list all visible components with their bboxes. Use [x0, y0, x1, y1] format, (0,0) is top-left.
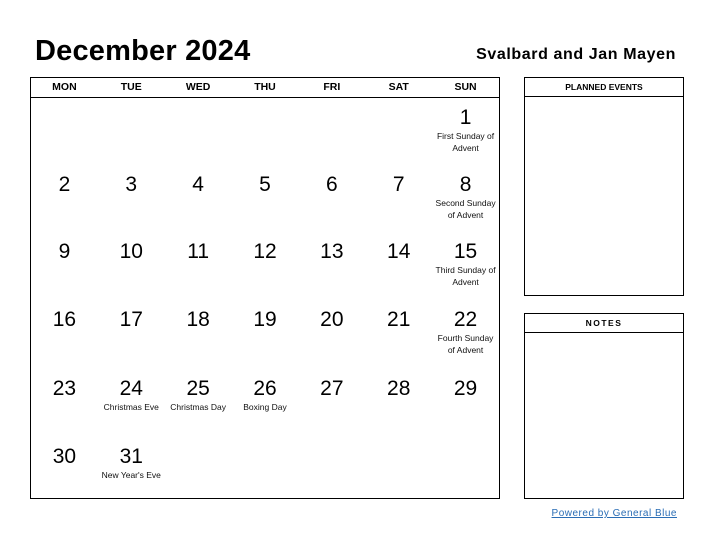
day-number: 16	[52, 308, 77, 331]
day-number: 18	[186, 308, 210, 331]
empty-cell	[298, 437, 365, 499]
day-number: 28	[387, 377, 411, 400]
day-number: 26	[253, 377, 277, 400]
day-cell: 27	[298, 369, 365, 437]
holiday-label: First Sunday of Advent	[436, 131, 495, 153]
day-cell: 19	[232, 300, 299, 369]
calendar-body: 1 First Sunday of Advent 2 3 4 5 6 7 8 Second Sun…	[31, 98, 499, 499]
day-number: 10	[119, 240, 143, 263]
weekday-tue: TUE	[120, 81, 142, 93]
day-number: 1	[459, 106, 472, 129]
empty-cell	[298, 98, 365, 165]
calendar-title: December 2024	[35, 35, 251, 67]
holiday-label: Second Sunday of Advent	[435, 198, 496, 220]
day-number: 30	[52, 445, 77, 468]
day-number: 27	[320, 377, 344, 400]
notes-heading: NOTES	[525, 314, 683, 333]
day-cell: 24 Christmas Eve	[98, 369, 165, 437]
empty-cell	[98, 98, 165, 165]
day-cell: 2	[31, 165, 98, 232]
holiday-label: Christmas Day	[170, 402, 226, 412]
day-number: 5	[259, 173, 271, 196]
day-number: 7	[392, 173, 405, 196]
weekday-fri: FRI	[323, 81, 341, 93]
day-number: 13	[320, 240, 344, 263]
day-cell: 21	[365, 300, 432, 369]
powered-by-link[interactable]: Powered by General Blue	[552, 508, 677, 519]
day-cell: 4	[165, 165, 232, 232]
calendar-grid: MON TUE WED THU FRI SAT SUN 1 First Sunda…	[30, 77, 500, 499]
weekday-mon: MON	[52, 81, 77, 93]
day-number: 21	[387, 308, 411, 331]
day-number: 14	[387, 240, 411, 263]
day-number: 6	[326, 173, 338, 196]
day-cell: 16	[31, 300, 98, 369]
day-cell: 30	[31, 437, 98, 499]
day-cell: 18	[165, 300, 232, 369]
weekday-thu: THU	[254, 81, 276, 93]
holiday-label: Third Sunday of Advent	[435, 265, 496, 287]
day-number: 15	[453, 240, 478, 263]
empty-cell	[165, 437, 232, 499]
day-cell: 6	[298, 165, 365, 232]
day-number: 19	[253, 308, 277, 331]
day-cell: 3	[98, 165, 165, 232]
day-number: 9	[58, 240, 71, 263]
day-cell: 31 New Year's Eve	[98, 437, 165, 499]
empty-cell	[165, 98, 232, 165]
empty-cell	[232, 437, 299, 499]
notes-box: NOTES	[524, 313, 684, 499]
day-number: 2	[58, 173, 71, 196]
day-number: 23	[52, 377, 77, 400]
planned-events-box: PLANNED EVENTS	[524, 77, 684, 296]
country-name: Svalbard and Jan Mayen	[476, 46, 676, 63]
day-cell: 23	[31, 369, 98, 437]
day-number: 11	[187, 240, 210, 263]
day-number: 8	[459, 173, 472, 196]
day-cell: 13	[298, 232, 365, 300]
holiday-label: Boxing Day	[243, 402, 287, 412]
holiday-label: New Year's Eve	[101, 470, 161, 480]
day-cell: 14	[365, 232, 432, 300]
day-number: 22	[453, 308, 478, 331]
day-cell: 7	[365, 165, 432, 232]
day-number: 20	[320, 308, 344, 331]
day-number: 4	[192, 173, 204, 196]
day-number: 3	[125, 173, 138, 196]
day-cell: 9	[31, 232, 98, 300]
day-cell: 28	[365, 369, 432, 437]
weekday-sun: SUN	[454, 81, 477, 93]
empty-cell	[365, 437, 432, 499]
day-cell: 8 Second Sunday of Advent	[432, 165, 499, 232]
day-number: 31	[119, 445, 143, 468]
holiday-label: Fourth Sunday of Advent	[437, 333, 494, 355]
empty-cell	[232, 98, 299, 165]
empty-cell	[31, 98, 98, 165]
empty-cell	[365, 98, 432, 165]
weekday-wed: WED	[185, 81, 211, 93]
day-number: 17	[119, 308, 143, 331]
day-number: 29	[453, 377, 478, 400]
day-number: 24	[119, 377, 143, 400]
day-cell: 29	[432, 369, 499, 437]
day-cell: 10	[98, 232, 165, 300]
day-cell: 11	[165, 232, 232, 300]
day-number: 12	[253, 240, 277, 263]
holiday-label: Christmas Eve	[103, 402, 159, 412]
weekday-header: MON TUE WED THU FRI SAT SUN	[31, 78, 499, 98]
planned-events-heading: PLANNED EVENTS	[525, 78, 683, 97]
day-cell: 22 Fourth Sunday of Advent	[432, 300, 499, 369]
day-cell: 20	[298, 300, 365, 369]
day-cell: 5	[232, 165, 299, 232]
day-cell: 25 Christmas Day	[165, 369, 232, 437]
day-cell: 1 First Sunday of Advent	[432, 98, 499, 165]
empty-cell	[432, 437, 499, 499]
day-cell: 12	[232, 232, 299, 300]
day-cell: 26 Boxing Day	[232, 369, 299, 437]
weekday-sat: SAT	[388, 81, 409, 93]
day-cell: 15 Third Sunday of Advent	[432, 232, 499, 300]
day-number: 25	[186, 377, 210, 400]
day-cell: 17	[98, 300, 165, 369]
